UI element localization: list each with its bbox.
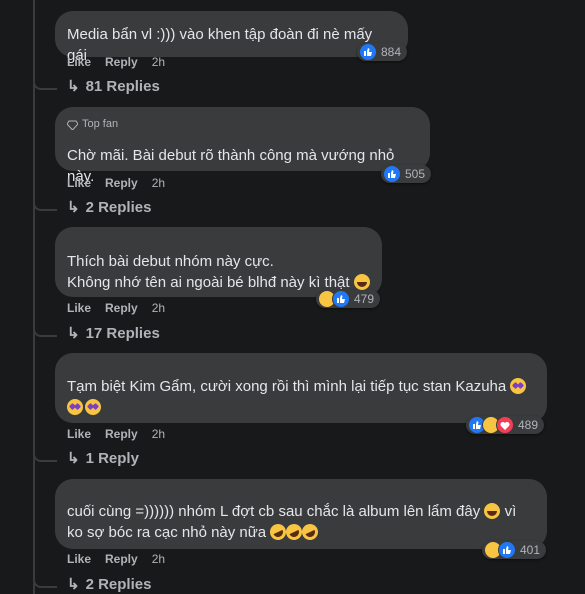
comment-bubble: cuối cùng =)))))) nhóm L đợt cb sau chắc… [55, 479, 547, 549]
reply-arrow-icon: ↳ [67, 450, 80, 467]
view-replies-button[interactable]: ↳ 81 Replies [67, 77, 160, 96]
reply-arrow-icon: ↳ [67, 78, 80, 95]
view-replies-button[interactable]: ↳ 1 Reply [67, 449, 139, 468]
like-button[interactable]: Like [67, 301, 91, 315]
reply-elbow [33, 199, 57, 211]
reply-arrow-icon: ↳ [67, 199, 80, 216]
timestamp[interactable]: 2h [152, 55, 165, 69]
comment-actions: Like Reply 2h [67, 55, 165, 69]
reply-elbow [33, 576, 57, 588]
view-replies-button[interactable]: ↳ 17 Replies [67, 324, 160, 343]
reply-button[interactable]: Reply [105, 301, 138, 315]
like-button[interactable]: Like [67, 176, 91, 190]
replies-label: 2 Replies [85, 575, 152, 593]
reaction-count: 505 [405, 167, 426, 181]
diamond-icon [67, 120, 78, 130]
laughing-emoji-icon [484, 503, 501, 519]
reply-button[interactable]: Reply [105, 55, 138, 69]
reply-elbow [33, 450, 57, 462]
thread-line [33, 0, 35, 594]
rofl-emoji-icon [299, 521, 321, 543]
comment-actions: Like Reply 2h [67, 176, 165, 190]
comment-actions: Like Reply 2h [67, 301, 165, 315]
view-replies-button[interactable]: ↳ 2 Replies [67, 575, 152, 594]
reaction-count: 489 [518, 418, 539, 432]
reaction-count: 401 [520, 543, 541, 557]
reply-arrow-icon: ↳ [67, 325, 80, 342]
comment-bubble: Media bẩn vl :))) vào khen tập đoàn đi n… [55, 11, 408, 64]
view-replies-button[interactable]: ↳ 2 Replies [67, 198, 152, 217]
reply-arrow-icon: ↳ [67, 576, 80, 593]
reply-button[interactable]: Reply [105, 552, 138, 566]
comment-bubble: Tạm biệt Kim Gẩm, cười xong rồi thì mình… [55, 353, 547, 423]
reply-button[interactable]: Reply [105, 427, 138, 441]
comment-actions: Like Reply 2h [67, 427, 165, 441]
comment-text: cuối cùng =)))))) nhóm L đợt cb sau chắc… [67, 503, 481, 520]
like-reaction-icon [383, 165, 401, 183]
timestamp[interactable]: 2h [152, 552, 165, 566]
like-button[interactable]: Like [67, 552, 91, 566]
reply-elbow [33, 325, 57, 337]
timestamp[interactable]: 2h [152, 427, 165, 441]
comment-bubble: Thích bài debut nhóm này cực. Không nhớ … [55, 227, 382, 297]
comment-text: Thích bài debut nhóm này cực. Không nhớ … [67, 253, 350, 291]
laughing-emoji-icon [353, 274, 370, 290]
replies-label: 2 Replies [85, 198, 152, 216]
like-button[interactable]: Like [67, 55, 91, 69]
badge-label: Top fan [82, 118, 119, 130]
comment-text: Tạm biệt Kim Gẩm, cười xong rồi thì mình… [67, 378, 507, 395]
like-button[interactable]: Like [67, 427, 91, 441]
like-reaction-icon [359, 43, 377, 61]
star-struck-emoji-icon [67, 399, 83, 415]
like-reaction-icon [332, 290, 350, 308]
reaction-summary[interactable]: 479 [316, 290, 381, 308]
top-fan-badge: Top fan [67, 114, 418, 135]
reaction-summary[interactable]: 489 [466, 416, 545, 434]
replies-label: 1 Reply [85, 449, 139, 467]
comment-actions: Like Reply 2h [67, 552, 165, 566]
replies-label: 81 Replies [85, 77, 160, 95]
like-reaction-icon [498, 541, 516, 559]
timestamp[interactable]: 2h [152, 301, 165, 315]
reaction-count: 479 [354, 292, 375, 306]
timestamp[interactable]: 2h [152, 176, 165, 190]
reaction-summary[interactable]: 884 [357, 43, 408, 61]
reaction-summary[interactable]: 505 [381, 165, 432, 183]
reply-button[interactable]: Reply [105, 176, 138, 190]
replies-label: 17 Replies [85, 324, 160, 342]
comment-bubble: Top fan Chờ mãi. Bài debut rõ thành công… [55, 107, 430, 185]
reply-elbow [33, 78, 57, 90]
love-reaction-icon [496, 416, 514, 434]
star-struck-emoji-icon [510, 378, 527, 394]
reaction-summary[interactable]: 401 [482, 541, 547, 559]
star-struck-emoji-icon [85, 399, 101, 415]
reaction-count: 884 [381, 45, 402, 59]
